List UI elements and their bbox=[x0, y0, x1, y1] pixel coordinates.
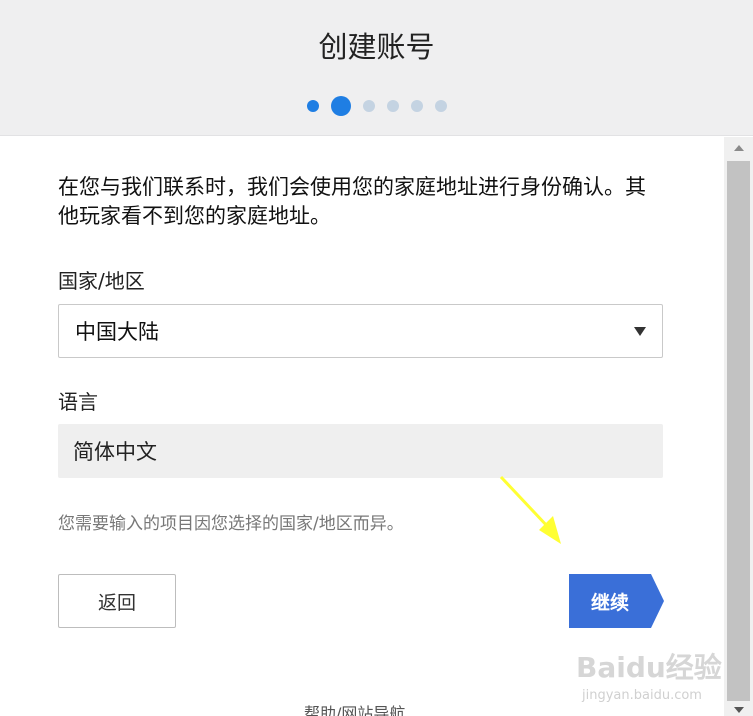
caret-down-icon bbox=[634, 327, 646, 336]
help-link[interactable]: 帮助/网站导航 bbox=[304, 700, 405, 716]
back-button[interactable]: 返回 bbox=[58, 574, 176, 628]
step-dot-2-current bbox=[330, 96, 351, 116]
continue-button[interactable]: 继续 bbox=[569, 574, 664, 628]
arrow-down-icon bbox=[733, 706, 744, 713]
step-dot-3 bbox=[362, 100, 375, 112]
page-title: 创建账号 bbox=[318, 30, 435, 64]
watermark: Baidu经验 jingyan.baidu.com bbox=[576, 646, 726, 716]
scroll-thumb[interactable] bbox=[727, 161, 750, 701]
step-dot-6 bbox=[434, 100, 447, 112]
header: 创建账号 bbox=[0, 0, 753, 136]
language-label: 语言 bbox=[58, 390, 98, 414]
language-field: 简体中文 bbox=[58, 424, 663, 478]
form-panel: 在您与我们联系时，我们会使用您的家庭地址进行身份确认。其他玩家看不到您的家庭地址… bbox=[0, 137, 724, 716]
annotation-arrow-icon bbox=[499, 475, 561, 544]
country-select-value: 中国大陆 bbox=[75, 320, 159, 344]
step-indicator bbox=[0, 95, 753, 117]
arrow-up-icon bbox=[733, 145, 744, 151]
scrollbar[interactable] bbox=[724, 137, 753, 716]
country-note: 您需要输入的项目因您选择的国家/地区而异。 bbox=[58, 514, 404, 534]
language-value: 简体中文 bbox=[73, 440, 157, 464]
country-select[interactable]: 中国大陆 bbox=[58, 304, 663, 358]
step-dot-1 bbox=[306, 100, 319, 112]
watermark-url: jingyan.baidu.com bbox=[582, 688, 702, 703]
back-button-label: 返回 bbox=[97, 591, 136, 614]
scroll-up-button[interactable] bbox=[724, 137, 753, 159]
scroll-down-button[interactable] bbox=[724, 703, 753, 716]
watermark-logo: Baidu经验 bbox=[576, 651, 722, 684]
step-dot-4 bbox=[386, 100, 399, 112]
intro-text: 在您与我们联系时，我们会使用您的家庭地址进行身份确认。其他玩家看不到您的家庭地址… bbox=[58, 175, 646, 228]
continue-button-label: 继续 bbox=[590, 591, 629, 614]
step-dot-5 bbox=[410, 100, 423, 112]
country-label: 国家/地区 bbox=[58, 269, 145, 293]
